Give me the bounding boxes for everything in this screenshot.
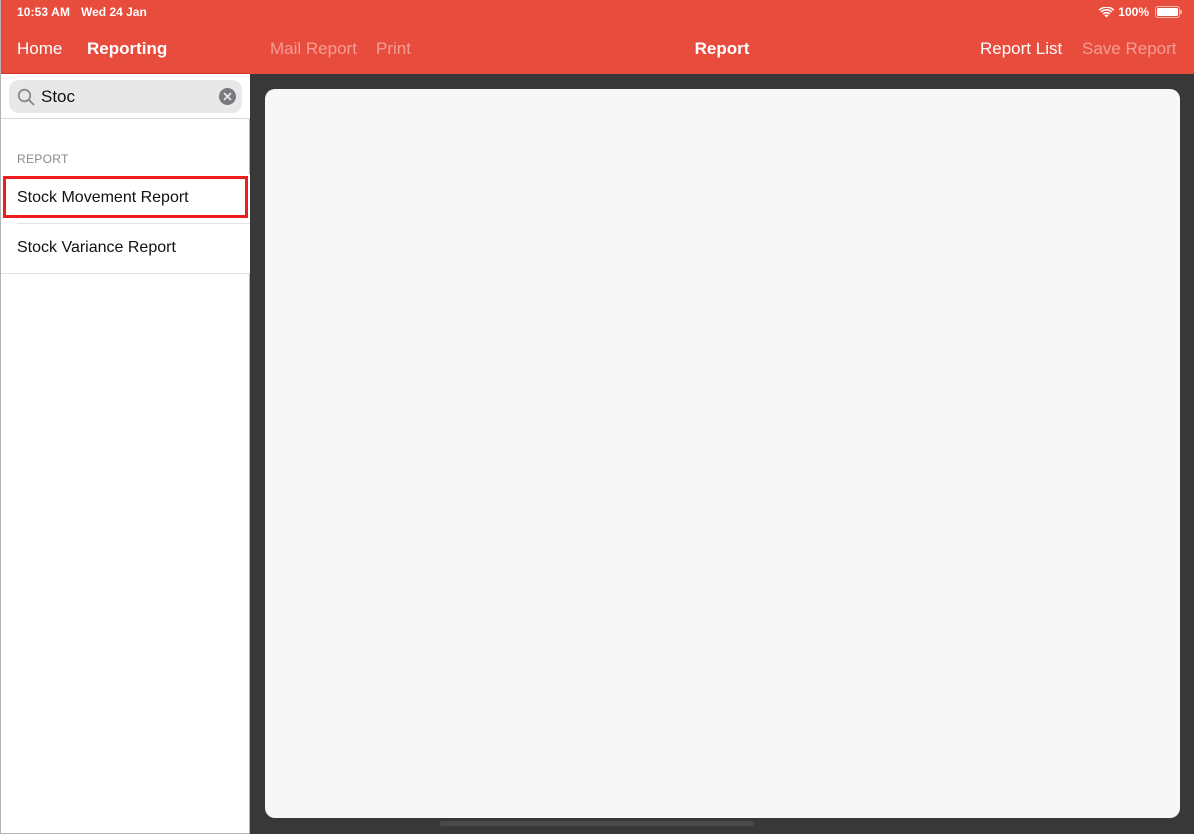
battery-tip	[1180, 10, 1182, 14]
list-item-label: Stock Variance Report	[17, 239, 176, 256]
home-link[interactable]: Home	[17, 39, 62, 59]
list-item-stock-variance-report[interactable]: Stock Variance Report	[1, 224, 250, 274]
list-item-stock-movement-report[interactable]: Stock Movement Report	[1, 174, 250, 224]
search-icon	[17, 88, 35, 106]
clear-search-button[interactable]	[219, 88, 236, 105]
wifi-icon	[1099, 6, 1115, 17]
list-item-label: Stock Movement Report	[17, 189, 189, 206]
home-indicator[interactable]	[440, 821, 754, 826]
reporting-title[interactable]: Reporting	[87, 39, 167, 59]
content-area	[250, 74, 1194, 834]
status-time: 10:53 AM	[17, 5, 71, 19]
battery-percent: 100%	[1118, 5, 1149, 19]
sidebar: 10:53 AM Wed 24 Jan Home Reporting REPOR…	[0, 0, 251, 834]
report-panel	[265, 89, 1180, 818]
save-report-button[interactable]: Save Report	[1082, 39, 1177, 59]
status-indicators: 100%	[1099, 4, 1182, 20]
search-field[interactable]	[9, 80, 242, 113]
main-header: 100% Mail Report Print Report Report Lis…	[250, 0, 1194, 74]
status-date: Wed 24 Jan	[81, 5, 147, 19]
print-button[interactable]: Print	[376, 39, 411, 59]
divider	[1, 273, 250, 274]
search-bar	[1, 74, 250, 119]
search-input[interactable]	[41, 80, 211, 113]
clear-icon	[223, 92, 232, 101]
mail-report-button[interactable]: Mail Report	[270, 39, 357, 59]
battery-fill	[1157, 8, 1178, 16]
section-header-report: REPORT	[17, 152, 69, 166]
report-list-button[interactable]: Report List	[980, 39, 1062, 59]
sidebar-header: 10:53 AM Wed 24 Jan Home Reporting	[1, 0, 251, 74]
battery-icon	[1155, 6, 1182, 18]
